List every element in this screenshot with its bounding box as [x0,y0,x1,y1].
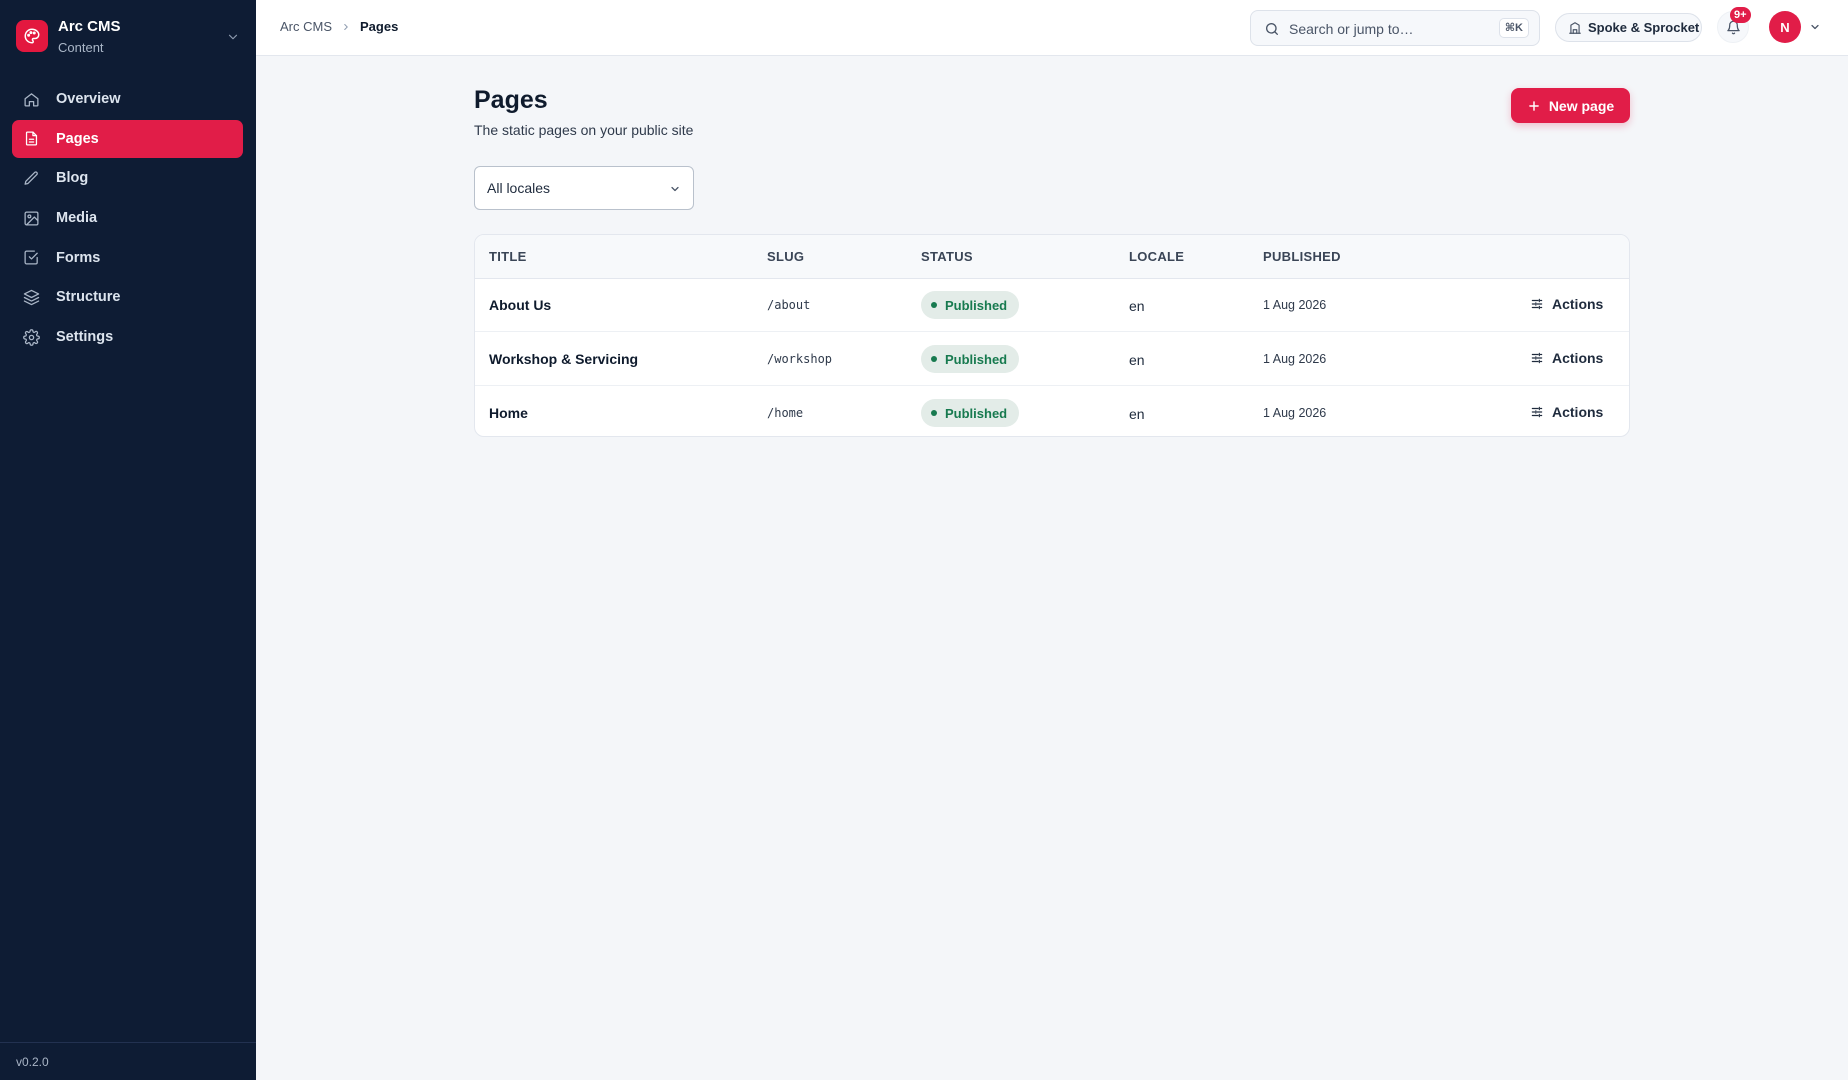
pencil-icon [22,169,40,187]
table-header: TITLE SLUG STATUS LOCALE PUBLISHED [475,235,1629,279]
search-placeholder: Search or jump to… [1289,21,1414,37]
column-title[interactable]: TITLE [489,249,527,264]
app-section: Content [58,40,104,55]
app-name: Arc CMS [58,18,121,35]
breadcrumb: Arc CMS Pages [280,19,398,34]
checkbox-icon [22,249,40,267]
sliders-icon [1530,405,1544,419]
topbar: Arc CMS Pages Search or jump to… ⌘K Spok… [256,0,1848,56]
page-title: Pages [474,86,548,114]
actions-label: Actions [1552,296,1604,312]
page-published-cell: 1 Aug 2026 [1263,352,1327,366]
row-actions-button[interactable]: Actions [1530,296,1603,312]
sidebar-item-media[interactable]: Media [12,199,243,237]
column-slug[interactable]: SLUG [767,249,804,264]
sliders-icon [1530,351,1544,365]
sidebar-item-label: Overview [56,91,121,107]
pages-table: TITLE SLUG STATUS LOCALE PUBLISHED About… [474,234,1630,437]
avatar[interactable]: N [1769,11,1801,43]
column-status[interactable]: STATUS [921,249,973,264]
status-dot-icon [931,410,937,416]
layers-icon [22,288,40,306]
gear-icon [22,328,40,346]
page-locale-cell: en [1129,352,1145,368]
actions-label: Actions [1552,350,1604,366]
status-label: Published [945,351,1008,367]
status-dot-icon [931,302,937,308]
sidebar-item-label: Pages [56,130,99,147]
sidebar-item-blog[interactable]: Blog [12,159,243,197]
sidebar-item-label: Structure [56,289,121,306]
status-badge: Published [921,291,1019,319]
app-version: v0.2.0 [16,1055,49,1069]
sidebar-nav: Overview Pages Blog Media Forms Structur… [12,80,243,358]
site-switcher[interactable]: Spoke & Sprocket [1555,13,1702,42]
breadcrumb-current: Pages [360,19,399,34]
new-page-label: New page [1548,97,1615,114]
page-slug-cell: /workshop [767,352,833,366]
sidebar: Arc CMS Content Overview Pages Blog Medi… [0,0,256,1080]
sidebar-item-overview[interactable]: Overview [12,80,243,118]
row-actions-button[interactable]: Actions [1530,404,1603,420]
locale-filter-value: All locales [487,180,551,196]
status-dot-icon [931,356,937,362]
table-row[interactable]: Workshop & Servicing /workshop Published… [475,333,1629,386]
workspace-switcher[interactable]: Arc CMS Content [16,18,240,56]
chevron-down-icon [228,34,238,40]
page-slug-cell: /about [767,298,811,312]
page-published-cell: 1 Aug 2026 [1263,298,1327,312]
status-label: Published [945,297,1008,313]
chevron-down-icon[interactable] [1809,21,1821,33]
page-locale-cell: en [1129,298,1145,314]
actions-label: Actions [1552,404,1604,420]
image-icon [22,209,40,227]
page-title-cell[interactable]: About Us [489,297,551,313]
sidebar-item-label: Forms [56,249,101,266]
building-icon [1568,21,1582,35]
sidebar-item-label: Blog [56,170,89,187]
row-actions-button[interactable]: Actions [1530,350,1603,366]
sidebar-item-structure[interactable]: Structure [12,278,243,316]
chevron-right-icon [341,22,351,32]
sidebar-item-pages[interactable]: Pages [12,119,243,158]
plus-icon [1527,99,1541,113]
new-page-button[interactable]: New page [1511,88,1630,123]
table-row[interactable]: Home /home Published en 1 Aug 2026 Actio… [475,387,1629,436]
sidebar-item-forms[interactable]: Forms [12,239,243,277]
home-icon [22,90,40,108]
locale-filter-select[interactable]: All locales [474,166,694,210]
arc-logo-icon [16,20,48,52]
sidebar-item-label: Settings [56,329,114,346]
file-icon [22,130,40,148]
site-name: Spoke & Sprocket [1588,20,1700,35]
page-title-cell[interactable]: Workshop & Servicing [489,351,638,367]
page-published-cell: 1 Aug 2026 [1263,406,1327,420]
notification-badge: 9+ [1730,7,1751,23]
search-shortcut: ⌘K [1498,18,1529,38]
sliders-icon [1530,297,1544,311]
page-title-cell[interactable]: Home [489,405,528,421]
search-input[interactable]: Search or jump to… ⌘K [1250,10,1540,46]
page-slug-cell: /home [767,406,804,420]
status-badge: Published [921,345,1019,373]
status-label: Published [945,405,1008,421]
column-locale[interactable]: LOCALE [1129,249,1184,264]
sidebar-footer: v0.2.0 [0,1042,256,1080]
chevron-down-icon [671,186,679,192]
breadcrumb-root-link[interactable]: Arc CMS [280,19,332,34]
column-published[interactable]: PUBLISHED [1263,249,1341,264]
sidebar-item-label: Media [56,210,98,227]
table-row[interactable]: About Us /about Published en 1 Aug 2026 … [475,279,1629,332]
page-locale-cell: en [1129,406,1145,422]
search-icon [1266,23,1278,35]
page-subtitle: The static pages on your public site [474,122,694,138]
sidebar-item-settings[interactable]: Settings [12,318,243,356]
status-badge: Published [921,399,1019,427]
